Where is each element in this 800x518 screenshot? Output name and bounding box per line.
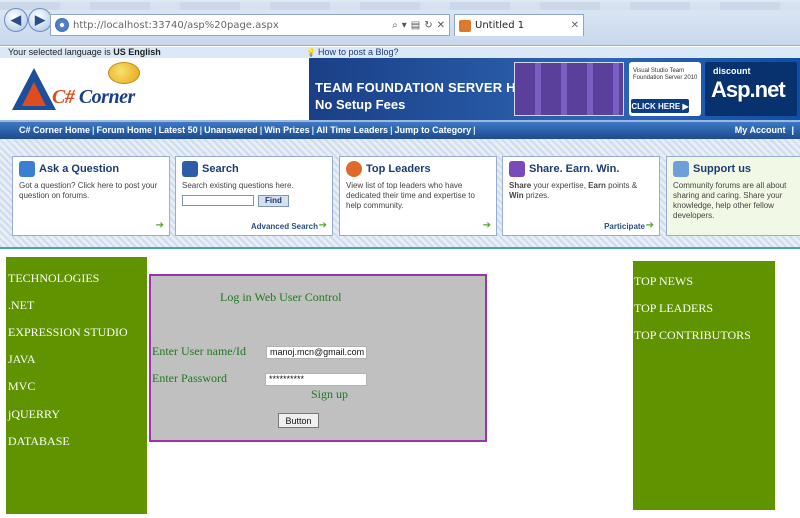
- nav-links: C# Corner Home | Forum Home | Latest 50 | U…: [19, 125, 476, 135]
- ie-page-icon: [55, 18, 69, 32]
- my-account-link[interactable]: My Account: [735, 125, 786, 135]
- dropdown-icon[interactable]: ▾: [402, 20, 407, 31]
- ad-banner[interactable]: TEAM FOUNDATION SERVER HOSTING No Setup …: [309, 58, 800, 120]
- left-nav-java[interactable]: JAVA: [8, 352, 36, 367]
- question-icon: [19, 161, 35, 177]
- feature-panels: Ask a Question Got a question? Click her…: [0, 139, 800, 247]
- right-nav-top-leaders[interactable]: TOP LEADERS: [634, 301, 713, 316]
- close-tab-icon[interactable]: ✕: [571, 20, 579, 31]
- search-panel: Search Search existing questions here. F…: [175, 156, 333, 236]
- left-nav-mvc[interactable]: MVC: [8, 379, 35, 394]
- username-field[interactable]: manoj.mcn@gmail.com: [266, 346, 367, 359]
- product-name: Visual Studio Team Foundation Server 201…: [633, 68, 698, 82]
- howto-blog-link[interactable]: How to post a Blog?: [306, 47, 399, 57]
- find-button[interactable]: Find: [258, 195, 289, 207]
- support-icon: [673, 161, 689, 177]
- logo-text: C# Corner: [52, 86, 135, 108]
- search-icon[interactable]: ⌕: [392, 20, 398, 31]
- ask-question-title[interactable]: Ask a Question: [39, 163, 119, 175]
- support-us-panel[interactable]: Support us Community forums are all abou…: [666, 156, 800, 236]
- banner-subline: No Setup Fees: [315, 97, 406, 112]
- nav-latest-50[interactable]: Latest 50: [159, 125, 198, 135]
- browser-tab[interactable]: Untitled 1 ✕: [454, 14, 584, 36]
- sign-up-link[interactable]: Sign up: [311, 387, 348, 402]
- discount-asp-logo: discount Asp.net: [705, 62, 797, 116]
- arrow-right-icon[interactable]: ➔: [156, 220, 164, 231]
- browser-chrome: ◀ ▶ http://localhost:33740/asp%20page.as…: [0, 0, 800, 46]
- address-url[interactable]: http://localhost:33740/asp%20page.aspx: [73, 20, 279, 31]
- arrow-right-icon[interactable]: ➔: [646, 220, 654, 231]
- left-nav-database[interactable]: DATABASE: [8, 434, 70, 449]
- info-bar: Your selected language is US English How…: [0, 47, 800, 58]
- nav-all-time-leaders[interactable]: All Time Leaders: [316, 125, 388, 135]
- nav-win-prizes[interactable]: Win Prizes: [264, 125, 309, 135]
- nav-home[interactable]: C# Corner Home: [19, 125, 90, 135]
- forward-icon[interactable]: ▶: [28, 8, 52, 32]
- refresh-icon[interactable]: ↻: [424, 20, 432, 31]
- address-bar[interactable]: http://localhost:33740/asp%20page.aspx ⌕…: [50, 14, 450, 36]
- logo-bubble-icon: [108, 62, 140, 84]
- language-indicator: Your selected language is US English: [8, 47, 161, 57]
- login-title: Log in Web User Control: [220, 290, 342, 304]
- vs-product-panel: Visual Studio Team Foundation Server 201…: [629, 62, 701, 116]
- right-side-nav: TOP NEWS TOP LEADERS TOP CONTRIBUTORS: [633, 261, 775, 510]
- share-earn-win-title: Share. Earn. Win.: [529, 163, 620, 175]
- left-nav-jquery[interactable]: jQUERRY: [8, 407, 60, 422]
- password-field[interactable]: **********: [265, 373, 367, 386]
- tab-title: Untitled 1: [475, 20, 525, 31]
- binoculars-icon: [182, 161, 198, 177]
- login-control: Log in Web User Control Enter User name/…: [149, 274, 487, 442]
- advanced-search-link[interactable]: Advanced Search: [251, 222, 318, 231]
- click-here-button[interactable]: CLICK HERE ▶: [631, 99, 689, 113]
- search-input[interactable]: [182, 195, 254, 206]
- ask-question-panel[interactable]: Ask a Question Got a question? Click her…: [12, 156, 170, 236]
- site-logo[interactable]: C# Corner: [12, 62, 152, 118]
- stop-icon[interactable]: ✕: [437, 20, 445, 31]
- nav-forum-home[interactable]: Forum Home: [97, 125, 153, 135]
- top-leaders-panel[interactable]: Top Leaders View list of top leaders who…: [339, 156, 497, 236]
- share-earn-win-panel: Share. Earn. Win. Share your expertise, …: [502, 156, 660, 236]
- search-title: Search: [202, 163, 239, 175]
- medal-icon: [346, 161, 362, 177]
- nav-unanswered[interactable]: Unanswered: [204, 125, 258, 135]
- top-leaders-title[interactable]: Top Leaders: [366, 163, 431, 175]
- participate-link[interactable]: Participate: [604, 222, 645, 231]
- left-nav-technologies[interactable]: TECHNOLOGIES: [8, 271, 99, 286]
- support-us-title[interactable]: Support us: [693, 163, 751, 175]
- share-icon: [509, 161, 525, 177]
- page-content: TECHNOLOGIES .NET EXPRESSION STUDIO JAVA…: [0, 247, 800, 518]
- tab-page-icon: [459, 19, 471, 32]
- product-boxes-image: [514, 62, 624, 116]
- username-label: Enter User name/Id: [152, 344, 246, 358]
- main-nav: C# Corner Home | Forum Home | Latest 50 | U…: [0, 120, 800, 139]
- left-category-nav: TECHNOLOGIES .NET EXPRESSION STUDIO JAVA…: [6, 257, 147, 514]
- password-label: Enter Password: [152, 371, 227, 385]
- site-header: C# Corner TEAM FOUNDATION SERVER HOSTING…: [0, 58, 800, 120]
- nav-jump-to-category[interactable]: Jump to Category: [395, 125, 472, 135]
- submit-button[interactable]: Button: [278, 413, 319, 428]
- title-bar: [0, 2, 800, 10]
- right-nav-top-contributors[interactable]: TOP CONTRIBUTORS: [634, 328, 751, 343]
- back-icon[interactable]: ◀: [4, 8, 28, 32]
- right-nav-top-news[interactable]: TOP NEWS: [634, 274, 693, 289]
- arrow-right-icon[interactable]: ➔: [483, 220, 491, 231]
- left-nav-expression-studio[interactable]: EXPRESSION STUDIO: [8, 325, 128, 340]
- arrow-right-icon[interactable]: ➔: [319, 220, 327, 231]
- compat-icon[interactable]: ▤: [411, 20, 420, 31]
- language-value: US English: [113, 47, 161, 57]
- left-nav-dotnet[interactable]: .NET: [8, 298, 34, 313]
